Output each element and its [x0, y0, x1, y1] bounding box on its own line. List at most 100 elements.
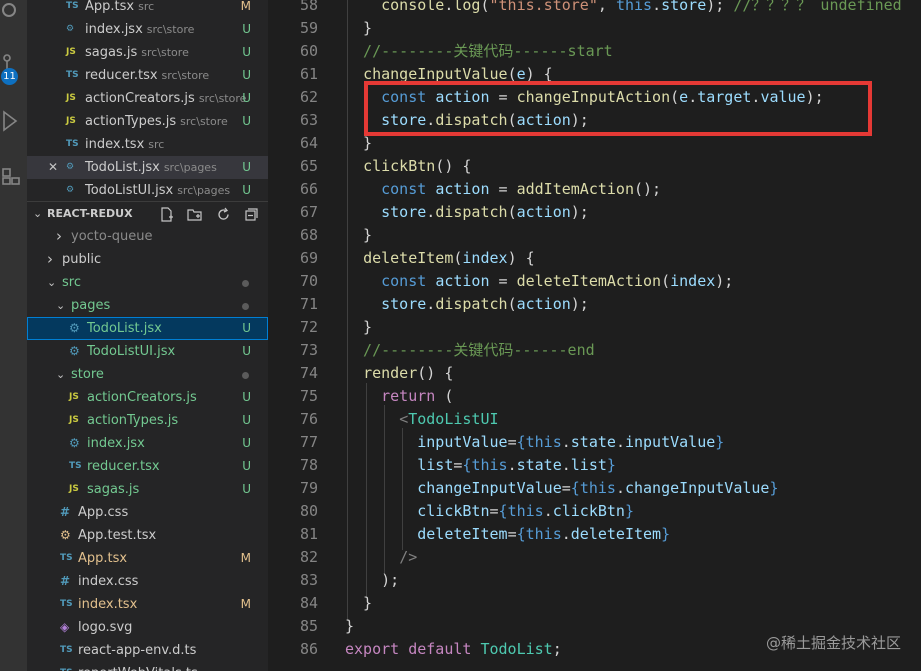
file-type-icon: # [60, 574, 71, 588]
git-status: M [240, 0, 251, 13]
file-item[interactable]: TS react-app-env.d.ts [27, 639, 268, 662]
file-name: App.css [78, 505, 129, 520]
file-name: index.css [78, 574, 139, 589]
modified-dot [242, 303, 249, 310]
code-line: 72 } [268, 316, 921, 339]
code-token: //--------关键代码------start [345, 42, 613, 60]
file-name: actionTypes.js src\store [85, 114, 228, 129]
folder-item[interactable]: ⌄ src [27, 271, 268, 294]
file-type-icon: TS [60, 553, 73, 563]
file-type-icon: TS [60, 662, 73, 671]
code-line: 65 clickBtn() { [268, 155, 921, 178]
code-text: ); [345, 569, 399, 592]
file-item[interactable]: TS App.tsx M [27, 547, 268, 570]
line-number: 80 [299, 502, 318, 520]
file-type-icon: JS [69, 392, 79, 402]
code-token: const [381, 272, 436, 290]
git-status: U [242, 68, 251, 82]
file-name: TodoListUI.jsx src\pages [85, 183, 231, 198]
close-icon[interactable]: ✕ [48, 156, 58, 179]
file-item[interactable]: # App.css [27, 501, 268, 524]
open-editor-item[interactable]: TS reducer.tsx src\store U [27, 64, 268, 87]
file-type-icon: TS [60, 599, 73, 609]
code-token: export [345, 640, 409, 658]
folder-item[interactable]: › public [27, 248, 268, 271]
new-file-icon[interactable] [159, 207, 174, 222]
code-token: clickBtn [363, 157, 436, 175]
code-token: . [615, 433, 625, 451]
file-item[interactable]: ⚙ TodoList.jsx U [27, 317, 268, 340]
folder-item[interactable]: › yocto-queue [27, 225, 268, 248]
search-icon[interactable] [1, 2, 23, 24]
file-item[interactable]: ⚙ TodoListUI.jsx U [27, 340, 268, 363]
code-token: dispatch [435, 203, 508, 221]
code-token: action [516, 203, 571, 221]
line-number: 81 [299, 525, 318, 543]
open-editor-item[interactable]: TS index.tsx src [27, 133, 268, 156]
code-token: deleteItem [417, 525, 508, 543]
code-token: action [516, 295, 571, 313]
open-editor-item[interactable]: JS actionCreators.js src\store U [27, 87, 268, 110]
file-item[interactable]: # index.css [27, 570, 268, 593]
code-text: render() { [345, 362, 453, 385]
folder-name: yocto-queue [71, 229, 153, 244]
file-item[interactable]: ⚙ index.jsx U [27, 432, 268, 455]
file-item[interactable]: JS actionCreators.js U [27, 386, 268, 409]
code-text: store.dispatch(action); [345, 293, 589, 316]
explorer-section-header[interactable]: ⌄ REACT-REDUX [27, 201, 268, 226]
file-item[interactable]: JS actionTypes.js U [27, 409, 268, 432]
extensions-icon[interactable] [1, 163, 23, 185]
open-editor-item[interactable]: JS sagas.js src\store U [27, 41, 268, 64]
run-debug-icon[interactable] [1, 110, 23, 132]
file-item[interactable]: TS index.tsx M [27, 593, 268, 616]
file-item[interactable]: ◈ logo.svg [27, 616, 268, 639]
code-token: TodoListUI [408, 410, 499, 428]
file-path: src\store [141, 46, 189, 59]
folder-item[interactable]: ⌄ store [27, 363, 268, 386]
code-token: this [471, 456, 508, 474]
file-item[interactable]: TS reportWebVitals.ts [27, 662, 268, 671]
refresh-icon[interactable] [216, 207, 231, 222]
open-editor-item[interactable]: ⚙ TodoListUI.jsx src\pages U [27, 179, 268, 202]
file-name: sagas.js [87, 482, 140, 497]
code-token: default [408, 640, 481, 658]
file-item[interactable]: TS reducer.tsx U [27, 455, 268, 478]
open-editor-item[interactable]: ✕ ⚙ TodoList.jsx src\pages U [27, 156, 268, 179]
file-type-icon: ⚙ [60, 528, 71, 542]
code-line: 69 deleteItem(index) { [268, 247, 921, 270]
code-token: . [561, 433, 571, 451]
file-item[interactable]: JS sagas.js U [27, 478, 268, 501]
folder-item[interactable]: ⌄ pages [27, 294, 268, 317]
code-token: , [597, 0, 616, 14]
file-item[interactable]: ⚙ App.test.tsx [27, 524, 268, 547]
code-token: state [516, 456, 562, 474]
file-type-icon: TS [66, 1, 79, 11]
code-token: } [624, 502, 634, 520]
line-number: 74 [299, 364, 318, 382]
code-token: changeInputValue [624, 479, 770, 497]
new-folder-icon[interactable] [187, 207, 202, 222]
code-text: deleteItem(index) { [345, 247, 535, 270]
code-text: changeInputValue={this.changeInputValue} [345, 477, 778, 500]
explorer-section-title: REACT-REDUX [47, 207, 133, 220]
code-token: } [345, 19, 373, 37]
file-type-icon: JS [66, 93, 76, 103]
code-token: deleteItem [363, 249, 454, 267]
file-path: src\store [180, 115, 228, 128]
file-type-icon: # [60, 505, 71, 519]
open-editor-item[interactable]: JS actionTypes.js src\store U [27, 110, 268, 133]
git-status: U [242, 22, 251, 36]
file-type-icon: ⚙ [66, 24, 75, 34]
file-type-icon: JS [66, 47, 76, 57]
open-editor-item[interactable]: ⚙ index.jsx src\store U [27, 18, 268, 41]
collapse-all-icon[interactable] [244, 207, 259, 222]
open-editor-item[interactable]: TS App.tsx src M [27, 0, 268, 18]
git-status: M [240, 597, 251, 611]
code-text: //--------关键代码------start [345, 40, 613, 63]
